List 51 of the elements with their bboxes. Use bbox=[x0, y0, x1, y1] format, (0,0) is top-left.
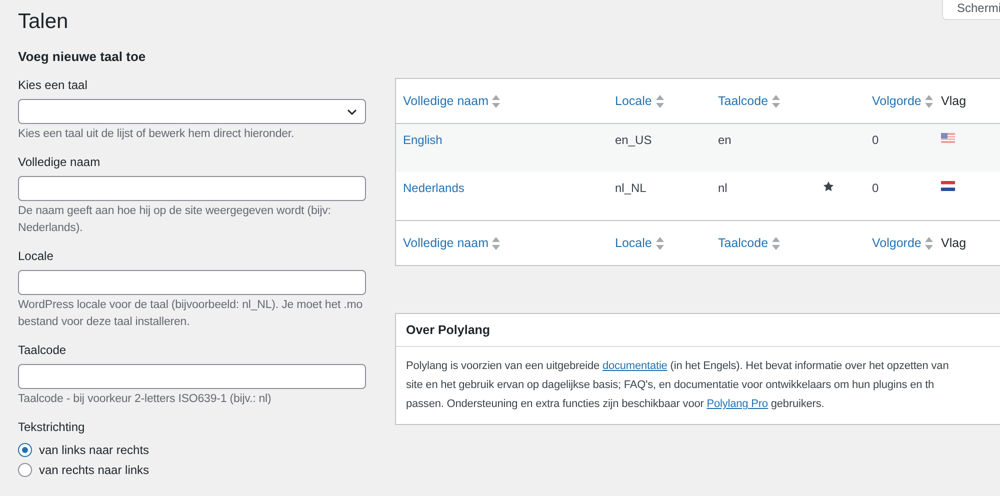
text-input[interactable] bbox=[18, 364, 366, 389]
sort-icon bbox=[656, 236, 664, 250]
field-label: Tekstrichting bbox=[18, 419, 85, 436]
text-input[interactable] bbox=[18, 176, 366, 201]
code-cell: nl bbox=[718, 181, 728, 195]
order-cell: 0 bbox=[872, 181, 879, 195]
locale-cell: en_US bbox=[615, 133, 652, 147]
language-name-link[interactable]: Nederlands bbox=[403, 181, 464, 195]
column-header[interactable]: Volgorde bbox=[872, 94, 934, 108]
chevron-down-icon bbox=[347, 108, 357, 114]
column-header[interactable]: Locale bbox=[615, 94, 664, 108]
sort-icon bbox=[656, 94, 664, 108]
text-link[interactable]: Polylang Pro bbox=[706, 398, 768, 410]
form-heading: Voeg nieuwe taal toe bbox=[18, 48, 147, 66]
sort-icon bbox=[492, 94, 500, 108]
column-header: Vlag bbox=[941, 94, 966, 108]
sort-icon bbox=[772, 236, 780, 250]
locale-cell: nl_NL bbox=[615, 181, 646, 195]
panel-title: Over Polylang bbox=[396, 314, 1000, 347]
column-header[interactable]: Volgorde bbox=[872, 236, 934, 250]
radio-label[interactable]: van rechts naar links bbox=[39, 463, 150, 477]
field-label: Taalcode bbox=[18, 342, 66, 359]
radio-label[interactable]: van links naar rechts bbox=[39, 443, 150, 457]
column-header[interactable]: Taalcode bbox=[718, 236, 780, 250]
radio-button[interactable] bbox=[18, 463, 32, 477]
order-cell: 0 bbox=[872, 133, 879, 147]
column-header[interactable]: Volledige naam bbox=[403, 94, 500, 108]
about-paragraph: Polylang is voorzien van een uitgebreide documentatie (in het Engels). Het bevat informatie over het opzetten van site en het gebruik ervan op dagelijkse basis; FAQ's, en documentatie voor ontwikkelaars om hun plugins en th passen. Ondersteuning en extra functies zijn beschikbaar voor Polylang Pro gebruikers. bbox=[405, 359, 950, 412]
sort-icon bbox=[925, 236, 934, 250]
help-text: WordPress locale voor de taal (bijvoorbeeld: nl_NL). Je moet het .mo bestand voor deze taal installeren. bbox=[18, 298, 364, 330]
column-header[interactable]: Volledige naam bbox=[403, 236, 500, 250]
language-name-link[interactable]: English bbox=[403, 133, 442, 147]
field-label: Kies een taal bbox=[18, 77, 88, 94]
help-text: Taalcode - bij voorkeur 2-letters ISO639-1 (bijv.: nl) bbox=[18, 392, 272, 407]
column-header[interactable]: Locale bbox=[615, 236, 664, 250]
language-select[interactable] bbox=[18, 99, 366, 124]
column-header[interactable]: Taalcode bbox=[718, 94, 780, 108]
screen-options-button[interactable]: Schermi bbox=[942, 0, 1000, 20]
text-input[interactable] bbox=[18, 270, 366, 295]
sort-icon bbox=[772, 94, 780, 108]
help-text: Kies een taal uit de lijst of bewerk hem direct hieronder. bbox=[18, 127, 294, 142]
code-cell: en bbox=[718, 133, 732, 147]
page-title: Talen bbox=[18, 9, 70, 35]
field-label: Locale bbox=[18, 248, 54, 265]
help-text: De naam geeft aan hoe hij op de site weergegeven wordt (bijv: Nederlands). bbox=[18, 204, 332, 236]
field-label: Volledige naam bbox=[18, 154, 100, 171]
text-link[interactable]: documentatie bbox=[602, 360, 668, 372]
radio-button[interactable] bbox=[18, 443, 32, 457]
sort-icon bbox=[925, 94, 934, 108]
column-header: Vlag bbox=[941, 236, 966, 250]
sort-icon bbox=[492, 236, 500, 250]
